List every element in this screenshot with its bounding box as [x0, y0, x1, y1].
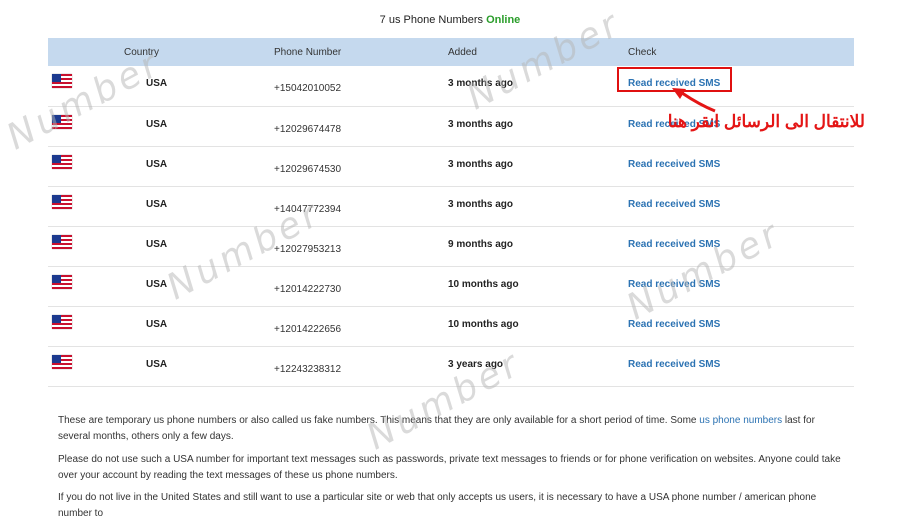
country-cell: USA [146, 198, 168, 210]
country-cell: USA [146, 278, 168, 290]
table-row: USA +12014222730 10 months ago Read rece… [48, 266, 854, 306]
header-country: Country [124, 46, 160, 58]
us-flag-icon [52, 234, 72, 249]
table-header-row: Country Phone Number Added Check [48, 38, 854, 66]
added-cell: 10 months ago [448, 278, 519, 290]
table-row: USA +12027953213 9 months ago Read recei… [48, 226, 854, 266]
phone-number-cell: +15042010052 [274, 83, 342, 94]
us-flag-icon [52, 114, 72, 129]
added-cell: 3 years ago [448, 358, 504, 370]
numbers-table: Country Phone Number Added Check USA +15… [48, 38, 854, 387]
description-paragraph: Please do not use such a USA number for … [58, 454, 841, 481]
arabic-annotation: للانتقال الى الرسائل انقر هنا [667, 112, 865, 131]
online-status: Online [486, 14, 521, 26]
us-flag-icon [52, 194, 72, 209]
header-phone-number: Phone Number [274, 46, 342, 58]
phone-number-cell: +12014222730 [274, 283, 342, 295]
phone-number-cell: +12014222656 [274, 323, 342, 335]
phone-number-cell: +12243238312 [274, 363, 342, 375]
phone-number-cell: +14047772394 [274, 203, 342, 215]
us-flag-icon [52, 154, 72, 169]
country-cell: USA [146, 318, 168, 330]
read-sms-link[interactable]: Read received SMS [628, 239, 720, 250]
table-row: USA +12014222656 10 months ago Read rece… [48, 306, 854, 346]
added-cell: 3 months ago [448, 198, 514, 210]
header-flag [48, 38, 116, 66]
title-prefix: 7 us Phone Numbers [379, 14, 484, 26]
added-cell: 10 months ago [448, 318, 519, 330]
added-cell: 3 months ago [448, 158, 514, 170]
country-cell: USA [146, 118, 168, 130]
us-flag-icon [52, 354, 72, 369]
country-cell: USA [146, 358, 168, 370]
table-row: USA +12243238312 3 years ago Read receiv… [48, 346, 854, 386]
header-check: Check [628, 46, 657, 58]
phone-number-cell: +12029674478 [274, 123, 342, 135]
us-flag-icon [52, 274, 72, 289]
description-paragraph: These are temporary us phone numbers or … [58, 413, 848, 445]
table-row: USA +15042010052 3 months ago Read recei… [48, 66, 854, 106]
read-sms-link[interactable]: Read received SMS [628, 279, 720, 290]
added-cell: 3 months ago [448, 118, 514, 130]
header-added: Added [448, 46, 477, 58]
country-cell: USA [146, 78, 168, 89]
phone-number-cell: +12029674530 [274, 163, 342, 175]
phone-number-cell: +12027953213 [274, 243, 342, 255]
description-paragraph: If you do not live in the United States … [58, 492, 817, 519]
table-row: USA +14047772394 3 months ago Read recei… [48, 186, 854, 226]
read-sms-link[interactable]: Read received SMS [628, 319, 720, 330]
us-phone-numbers-link[interactable]: us phone numbers [699, 415, 782, 426]
added-cell: 3 months ago [448, 78, 514, 89]
us-flag-icon [52, 314, 72, 329]
added-cell: 9 months ago [448, 238, 514, 250]
read-sms-link[interactable]: Read received SMS [628, 359, 720, 370]
annotation-arrow-icon [672, 88, 716, 113]
page-title: 7 us Phone Numbers Online [0, 14, 900, 26]
country-cell: USA [146, 158, 168, 170]
country-cell: USA [146, 238, 168, 250]
us-flag-icon [52, 74, 72, 88]
table-row: USA +12029674530 3 months ago Read recei… [48, 146, 854, 186]
desc-text: These are temporary us phone numbers or … [58, 415, 700, 426]
read-sms-link[interactable]: Read received SMS [628, 199, 720, 210]
read-sms-link[interactable]: Read received SMS [628, 159, 720, 170]
